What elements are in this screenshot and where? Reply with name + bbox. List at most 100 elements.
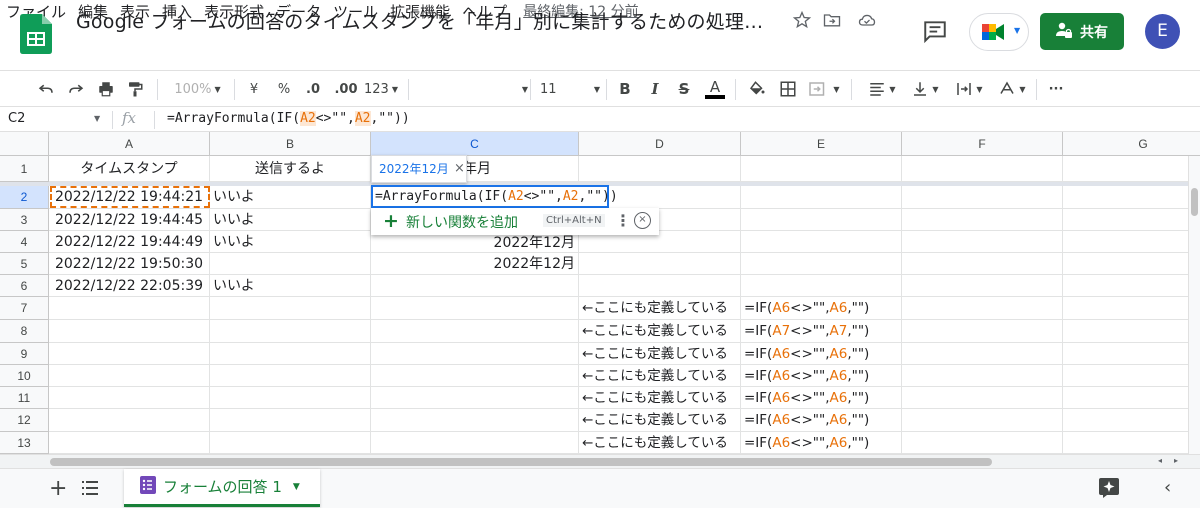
close-circle-icon[interactable]: × xyxy=(634,212,651,229)
cell-f4[interactable] xyxy=(902,231,1063,253)
sheet-tab-form-responses[interactable]: フォームの回答 1 ▼ xyxy=(124,469,320,507)
column-header-e[interactable]: E xyxy=(741,132,902,156)
chevron-down-icon[interactable]: ▼ xyxy=(94,114,100,123)
cell-a10[interactable] xyxy=(49,365,210,387)
column-header-c[interactable]: C xyxy=(371,132,579,156)
borders-icon[interactable] xyxy=(778,79,798,99)
formula-input[interactable]: =ArrayFormula(IF(A2<>"",A2,"")) xyxy=(167,111,410,126)
add-sheet-icon[interactable]: + xyxy=(49,476,67,501)
cell-e6[interactable] xyxy=(741,275,902,297)
cell-e3[interactable] xyxy=(741,209,902,231)
row-header-11[interactable]: 11 xyxy=(0,387,49,409)
cell-b6[interactable]: いいよ xyxy=(210,275,371,297)
cell-a11[interactable] xyxy=(49,387,210,409)
cell-c5[interactable]: 2022年12月 xyxy=(371,253,579,275)
cell-b8[interactable] xyxy=(210,320,371,343)
cell-f12[interactable] xyxy=(902,409,1063,432)
cell-b5[interactable] xyxy=(210,253,371,275)
cell-f3[interactable] xyxy=(902,209,1063,231)
cell-a12[interactable] xyxy=(49,409,210,432)
cell-d10[interactable]: ←ここにも定義している xyxy=(579,365,741,387)
account-avatar[interactable]: E xyxy=(1145,14,1180,49)
plus-icon[interactable]: + xyxy=(383,210,399,232)
row-header-9[interactable]: 9 xyxy=(0,343,49,365)
cell-c9[interactable] xyxy=(371,343,579,365)
cell-f7[interactable] xyxy=(902,297,1063,320)
strikethrough-button[interactable]: S xyxy=(676,79,692,99)
cell-c10[interactable] xyxy=(371,365,579,387)
column-header-g[interactable]: G xyxy=(1063,132,1200,156)
cell-b1[interactable]: 送信するよ xyxy=(210,156,371,182)
chevron-left-icon[interactable]: ‹ xyxy=(1164,477,1171,498)
row-header-6[interactable]: 6 xyxy=(0,275,49,297)
cell-g13[interactable] xyxy=(1063,432,1200,454)
row-header-8[interactable]: 8 xyxy=(0,320,49,343)
cell-d9[interactable]: ←ここにも定義している xyxy=(579,343,741,365)
cell-d13[interactable]: ←ここにも定義している xyxy=(579,432,741,454)
cell-b3[interactable]: いいよ xyxy=(210,209,371,231)
cell-f5[interactable] xyxy=(902,253,1063,275)
percent-format-button[interactable]: % xyxy=(276,79,292,99)
cell-d6[interactable] xyxy=(579,275,741,297)
cell-g5[interactable] xyxy=(1063,253,1200,275)
cell-g4[interactable] xyxy=(1063,231,1200,253)
cell-g9[interactable] xyxy=(1063,343,1200,365)
explore-icon[interactable] xyxy=(1099,478,1119,502)
cell-b4[interactable]: いいよ xyxy=(210,231,371,253)
text-color-button[interactable]: A xyxy=(704,79,726,99)
meet-button[interactable]: ▼ xyxy=(969,13,1029,51)
currency-format-button[interactable]: ¥ xyxy=(246,79,262,99)
cell-f11[interactable] xyxy=(902,387,1063,409)
cell-f10[interactable] xyxy=(902,365,1063,387)
row-header-4[interactable]: 4 xyxy=(0,231,49,253)
cell-g8[interactable] xyxy=(1063,320,1200,343)
paint-format-icon[interactable] xyxy=(125,79,145,99)
cell-d12[interactable]: ←ここにも定義している xyxy=(579,409,741,432)
cell-d11[interactable]: ←ここにも定義している xyxy=(579,387,741,409)
cell-f8[interactable] xyxy=(902,320,1063,343)
print-icon[interactable] xyxy=(96,79,116,99)
column-header-d[interactable]: D xyxy=(579,132,741,156)
more-options-button[interactable]: ··· xyxy=(1046,79,1066,99)
cell-a5[interactable]: 2022/12/22 19:50:30 xyxy=(49,253,210,275)
cell-c6[interactable] xyxy=(371,275,579,297)
horizontal-align-icon[interactable]: ▼ xyxy=(865,79,899,99)
cell-g10[interactable] xyxy=(1063,365,1200,387)
cell-e12[interactable]: =IF(A6<>"",A6,"") xyxy=(741,409,902,432)
cell-e4[interactable] xyxy=(741,231,902,253)
cell-e10[interactable]: =IF(A6<>"",A6,"") xyxy=(741,365,902,387)
font-family-select[interactable]: ▼ xyxy=(416,79,528,99)
undo-icon[interactable] xyxy=(36,79,56,99)
cell-a9[interactable] xyxy=(49,343,210,365)
document-title[interactable]: Google フォームの回答のタイムスタンプを「年月」別に集計するための処理… xyxy=(76,7,763,34)
cell-b13[interactable] xyxy=(210,432,371,454)
cell-d7[interactable]: ←ここにも定義している xyxy=(579,297,741,320)
cell-b9[interactable] xyxy=(210,343,371,365)
cell-d5[interactable] xyxy=(579,253,741,275)
cell-g12[interactable] xyxy=(1063,409,1200,432)
chevron-down-icon[interactable]: ▼ xyxy=(293,482,300,492)
fill-color-icon[interactable] xyxy=(747,79,767,99)
cloud-saved-icon[interactable] xyxy=(857,10,877,30)
cell-a3[interactable]: 2022/12/22 19:44:45 xyxy=(49,209,210,231)
row-header-10[interactable]: 10 xyxy=(0,365,49,387)
text-rotation-icon[interactable]: ▼ xyxy=(995,79,1029,99)
scroll-left-icon[interactable]: ◂ xyxy=(1158,456,1162,465)
row-header-5[interactable]: 5 xyxy=(0,253,49,275)
add-named-function-button[interactable]: 新しい関数を追加 xyxy=(406,212,518,232)
cell-e5[interactable] xyxy=(741,253,902,275)
cell-a4[interactable]: 2022/12/22 19:44:49 xyxy=(49,231,210,253)
cell-b10[interactable] xyxy=(210,365,371,387)
row-header-1[interactable]: 1 xyxy=(0,156,49,182)
cell-c13[interactable] xyxy=(371,432,579,454)
zoom-select[interactable]: 100% ▼ xyxy=(170,79,225,99)
text-wrapping-icon[interactable]: ▼ xyxy=(952,79,986,99)
cell-f9[interactable] xyxy=(902,343,1063,365)
cell-b7[interactable] xyxy=(210,297,371,320)
merge-cells-icon[interactable]: ▼ xyxy=(808,79,840,99)
cell-e7[interactable]: =IF(A6<>"",A6,"") xyxy=(741,297,902,320)
share-button[interactable]: 共有 xyxy=(1040,13,1124,50)
row-header-3[interactable]: 3 xyxy=(0,209,49,231)
cell-e11[interactable]: =IF(A6<>"",A6,"") xyxy=(741,387,902,409)
cell-c8[interactable] xyxy=(371,320,579,343)
